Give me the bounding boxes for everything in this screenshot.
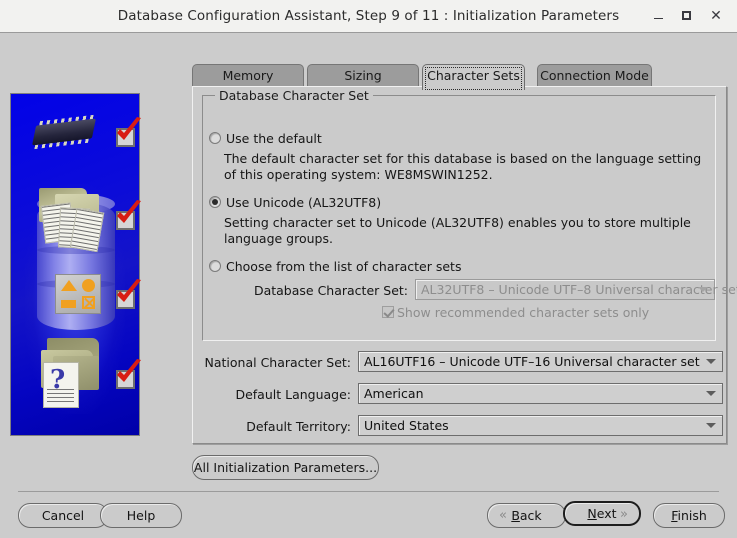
text-lines-decoration xyxy=(47,389,74,403)
tab-connection-mode[interactable]: Connection Mode xyxy=(537,64,652,86)
tab-character-sets[interactable]: Character Sets xyxy=(422,64,525,90)
rectangle-icon xyxy=(61,300,76,308)
chevron-down-icon xyxy=(706,359,716,364)
tab-sizing[interactable]: Sizing xyxy=(307,64,419,86)
finish-rest: inish xyxy=(677,508,707,523)
radio-label: Use the default xyxy=(226,131,322,146)
checkbox-label: Show recommended character sets only xyxy=(397,305,650,320)
national-character-set-label: National Character Set: xyxy=(204,355,351,370)
maximize-icon[interactable] xyxy=(673,0,699,32)
select-value: AL16UTF16 – Unicode UTF–16 Universal cha… xyxy=(364,354,700,369)
back-rest: ack xyxy=(519,508,542,523)
checkbox-icon xyxy=(382,306,394,318)
cancel-button[interactable]: Cancel xyxy=(18,503,108,528)
radio-icon xyxy=(209,260,221,272)
radio-icon xyxy=(209,132,221,144)
step-checkbox-4 xyxy=(116,370,135,389)
button-label: Finish xyxy=(671,508,707,523)
radio-label: Choose from the list of character sets xyxy=(226,259,462,274)
select-value: AL32UTF8 – Unicode UTF–8 Universal chara… xyxy=(421,282,737,297)
chevron-right-icon: » xyxy=(620,507,628,522)
x-box-icon xyxy=(82,296,95,309)
footer-divider xyxy=(18,491,719,492)
tab-label: Connection Mode xyxy=(540,68,649,83)
minimize-icon[interactable] xyxy=(645,0,671,32)
default-territory-select[interactable]: United States xyxy=(358,415,723,436)
select-value: American xyxy=(364,386,424,401)
circle-icon xyxy=(82,279,95,292)
dca-window: Database Configuration Assistant, Step 9… xyxy=(0,0,737,538)
finish-button[interactable]: Finish xyxy=(653,503,725,528)
button-label: All Initialization Parameters... xyxy=(193,460,378,475)
default-language-select[interactable]: American xyxy=(358,383,723,404)
question-document-icon: ? xyxy=(43,362,79,408)
default-language-label: Default Language: xyxy=(235,387,351,402)
button-label: Help xyxy=(126,508,156,523)
shapes-icon xyxy=(55,274,101,314)
default-territory-label: Default Territory: xyxy=(246,419,351,434)
tab-panel-character-sets: Database Character Set Use the default T… xyxy=(192,86,737,444)
back-button[interactable]: « Back xyxy=(487,503,566,528)
triangle-icon xyxy=(61,280,77,291)
next-mnemonic: N xyxy=(587,506,597,521)
all-initialization-parameters-button[interactable]: All Initialization Parameters... xyxy=(192,455,379,480)
tab-memory[interactable]: Memory xyxy=(192,64,304,86)
chevron-down-icon xyxy=(706,423,716,428)
button-label: Cancel xyxy=(41,508,85,523)
tab-label: Memory xyxy=(222,68,274,83)
title-bar: Database Configuration Assistant, Step 9… xyxy=(0,0,737,33)
national-character-set-select[interactable]: AL16UTF16 – Unicode UTF–16 Universal cha… xyxy=(358,351,723,372)
back-mnemonic: B xyxy=(511,508,520,523)
radio-label: Use Unicode (AL32UTF8) xyxy=(226,195,382,210)
select-value: United States xyxy=(364,418,449,433)
tab-label: Sizing xyxy=(344,68,382,83)
next-button[interactable]: Next » xyxy=(563,501,641,526)
button-label: Next xyxy=(587,506,616,521)
chevron-down-icon xyxy=(706,391,716,396)
chevron-down-icon xyxy=(698,287,708,292)
use-default-description: The default character set for this datab… xyxy=(224,151,702,182)
database-character-set-label: Database Character Set: xyxy=(253,283,408,298)
button-label: Back xyxy=(511,508,541,523)
window-title: Database Configuration Assistant, Step 9… xyxy=(117,8,620,24)
focus-outline xyxy=(425,67,522,90)
help-button[interactable]: Help xyxy=(100,503,182,528)
next-rest: ext xyxy=(596,506,617,521)
step-checkbox-1 xyxy=(116,128,135,147)
chevron-left-icon: « xyxy=(499,508,507,523)
step-checkbox-3 xyxy=(116,290,135,309)
radio-icon xyxy=(209,196,221,208)
database-character-set-select[interactable]: AL32UTF8 – Unicode UTF–8 Universal chara… xyxy=(415,279,737,300)
group-title: Database Character Set xyxy=(215,88,373,103)
step-checkbox-2 xyxy=(116,211,135,230)
chip-icon xyxy=(32,118,96,146)
close-icon[interactable]: ✕ xyxy=(703,0,729,32)
use-unicode-description: Setting character set to Unicode (AL32UT… xyxy=(224,215,691,246)
